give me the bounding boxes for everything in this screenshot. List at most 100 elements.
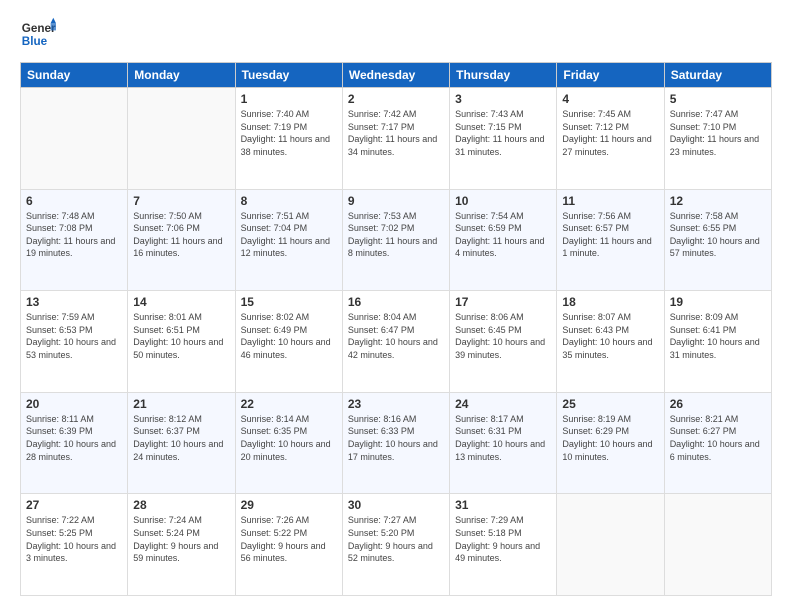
day-cell: 12 Sunrise: 7:58 AMSunset: 6:55 PMDayligh…: [664, 189, 771, 291]
day-info: Sunrise: 8:06 AMSunset: 6:45 PMDaylight:…: [455, 311, 551, 361]
day-number: 4: [562, 92, 658, 106]
day-number: 21: [133, 397, 229, 411]
day-info: Sunrise: 7:56 AMSunset: 6:57 PMDaylight:…: [562, 210, 658, 260]
day-number: 22: [241, 397, 337, 411]
day-info: Sunrise: 8:19 AMSunset: 6:29 PMDaylight:…: [562, 413, 658, 463]
day-number: 13: [26, 295, 122, 309]
day-number: 30: [348, 498, 444, 512]
day-number: 2: [348, 92, 444, 106]
day-number: 29: [241, 498, 337, 512]
day-info: Sunrise: 7:27 AMSunset: 5:20 PMDaylight:…: [348, 514, 444, 564]
day-cell: 20 Sunrise: 8:11 AMSunset: 6:39 PMDayligh…: [21, 392, 128, 494]
day-cell: [664, 494, 771, 596]
week-row-1: 1 Sunrise: 7:40 AMSunset: 7:19 PMDaylight…: [21, 88, 772, 190]
calendar-table: SundayMondayTuesdayWednesdayThursdayFrid…: [20, 62, 772, 596]
day-info: Sunrise: 7:54 AMSunset: 6:59 PMDaylight:…: [455, 210, 551, 260]
day-info: Sunrise: 7:58 AMSunset: 6:55 PMDaylight:…: [670, 210, 766, 260]
calendar-page: General Blue SundayMondayTuesdayWednesda…: [0, 0, 792, 612]
day-info: Sunrise: 8:02 AMSunset: 6:49 PMDaylight:…: [241, 311, 337, 361]
day-info: Sunrise: 8:21 AMSunset: 6:27 PMDaylight:…: [670, 413, 766, 463]
day-info: Sunrise: 7:42 AMSunset: 7:17 PMDaylight:…: [348, 108, 444, 158]
day-number: 26: [670, 397, 766, 411]
day-number: 8: [241, 194, 337, 208]
day-info: Sunrise: 8:16 AMSunset: 6:33 PMDaylight:…: [348, 413, 444, 463]
svg-text:Blue: Blue: [22, 35, 48, 48]
day-header-wednesday: Wednesday: [342, 63, 449, 88]
day-cell: 25 Sunrise: 8:19 AMSunset: 6:29 PMDayligh…: [557, 392, 664, 494]
day-cell: 2 Sunrise: 7:42 AMSunset: 7:17 PMDaylight…: [342, 88, 449, 190]
day-cell: 16 Sunrise: 8:04 AMSunset: 6:47 PMDayligh…: [342, 291, 449, 393]
day-info: Sunrise: 7:40 AMSunset: 7:19 PMDaylight:…: [241, 108, 337, 158]
day-number: 10: [455, 194, 551, 208]
day-number: 27: [26, 498, 122, 512]
day-info: Sunrise: 8:01 AMSunset: 6:51 PMDaylight:…: [133, 311, 229, 361]
day-header-thursday: Thursday: [450, 63, 557, 88]
day-cell: 11Sunrise: 7:56 AMSunset: 6:57 PMDayligh…: [557, 189, 664, 291]
day-cell: 13Sunrise: 7:59 AMSunset: 6:53 PMDayligh…: [21, 291, 128, 393]
day-cell: 17Sunrise: 8:06 AMSunset: 6:45 PMDayligh…: [450, 291, 557, 393]
day-cell: 29 Sunrise: 7:26 AMSunset: 5:22 PMDayligh…: [235, 494, 342, 596]
day-cell: 14 Sunrise: 8:01 AMSunset: 6:51 PMDayligh…: [128, 291, 235, 393]
day-cell: 18Sunrise: 8:07 AMSunset: 6:43 PMDayligh…: [557, 291, 664, 393]
day-number: 16: [348, 295, 444, 309]
day-info: Sunrise: 8:17 AMSunset: 6:31 PMDaylight:…: [455, 413, 551, 463]
day-number: 5: [670, 92, 766, 106]
day-cell: 7 Sunrise: 7:50 AMSunset: 7:06 PMDaylight…: [128, 189, 235, 291]
header: General Blue: [20, 16, 772, 52]
day-cell: 22 Sunrise: 8:14 AMSunset: 6:35 PMDayligh…: [235, 392, 342, 494]
logo-icon: General Blue: [20, 16, 56, 52]
logo: General Blue: [20, 16, 56, 52]
day-info: Sunrise: 8:04 AMSunset: 6:47 PMDaylight:…: [348, 311, 444, 361]
day-header-sunday: Sunday: [21, 63, 128, 88]
day-info: Sunrise: 7:22 AMSunset: 5:25 PMDaylight:…: [26, 514, 122, 564]
day-number: 28: [133, 498, 229, 512]
day-cell: 10 Sunrise: 7:54 AMSunset: 6:59 PMDayligh…: [450, 189, 557, 291]
day-info: Sunrise: 7:53 AMSunset: 7:02 PMDaylight:…: [348, 210, 444, 260]
day-info: Sunrise: 7:51 AMSunset: 7:04 PMDaylight:…: [241, 210, 337, 260]
day-number: 18: [562, 295, 658, 309]
day-info: Sunrise: 7:50 AMSunset: 7:06 PMDaylight:…: [133, 210, 229, 260]
day-number: 1: [241, 92, 337, 106]
day-info: Sunrise: 8:11 AMSunset: 6:39 PMDaylight:…: [26, 413, 122, 463]
day-header-tuesday: Tuesday: [235, 63, 342, 88]
day-header-monday: Monday: [128, 63, 235, 88]
day-number: 9: [348, 194, 444, 208]
day-cell: 31Sunrise: 7:29 AMSunset: 5:18 PMDayligh…: [450, 494, 557, 596]
day-number: 31: [455, 498, 551, 512]
day-info: Sunrise: 7:24 AMSunset: 5:24 PMDaylight:…: [133, 514, 229, 564]
day-cell: 15 Sunrise: 8:02 AMSunset: 6:49 PMDayligh…: [235, 291, 342, 393]
day-cell: 5Sunrise: 7:47 AMSunset: 7:10 PMDaylight…: [664, 88, 771, 190]
day-cell: 1 Sunrise: 7:40 AMSunset: 7:19 PMDaylight…: [235, 88, 342, 190]
day-info: Sunrise: 7:26 AMSunset: 5:22 PMDaylight:…: [241, 514, 337, 564]
day-info: Sunrise: 8:14 AMSunset: 6:35 PMDaylight:…: [241, 413, 337, 463]
day-cell: [21, 88, 128, 190]
day-info: Sunrise: 8:09 AMSunset: 6:41 PMDaylight:…: [670, 311, 766, 361]
day-cell: 3Sunrise: 7:43 AMSunset: 7:15 PMDaylight…: [450, 88, 557, 190]
day-header-saturday: Saturday: [664, 63, 771, 88]
day-number: 20: [26, 397, 122, 411]
day-number: 14: [133, 295, 229, 309]
day-cell: 28 Sunrise: 7:24 AMSunset: 5:24 PMDayligh…: [128, 494, 235, 596]
day-info: Sunrise: 7:43 AMSunset: 7:15 PMDaylight:…: [455, 108, 551, 158]
day-number: 6: [26, 194, 122, 208]
day-info: Sunrise: 7:48 AMSunset: 7:08 PMDaylight:…: [26, 210, 122, 260]
day-number: 15: [241, 295, 337, 309]
week-row-2: 6 Sunrise: 7:48 AMSunset: 7:08 PMDaylight…: [21, 189, 772, 291]
day-info: Sunrise: 8:12 AMSunset: 6:37 PMDaylight:…: [133, 413, 229, 463]
week-row-5: 27 Sunrise: 7:22 AMSunset: 5:25 PMDayligh…: [21, 494, 772, 596]
day-info: Sunrise: 7:45 AMSunset: 7:12 PMDaylight:…: [562, 108, 658, 158]
day-cell: 4 Sunrise: 7:45 AMSunset: 7:12 PMDaylight…: [557, 88, 664, 190]
day-cell: 8 Sunrise: 7:51 AMSunset: 7:04 PMDaylight…: [235, 189, 342, 291]
day-cell: 27 Sunrise: 7:22 AMSunset: 5:25 PMDayligh…: [21, 494, 128, 596]
day-cell: 23Sunrise: 8:16 AMSunset: 6:33 PMDayligh…: [342, 392, 449, 494]
day-number: 25: [562, 397, 658, 411]
day-cell: 26 Sunrise: 8:21 AMSunset: 6:27 PMDayligh…: [664, 392, 771, 494]
day-number: 24: [455, 397, 551, 411]
day-cell: 9 Sunrise: 7:53 AMSunset: 7:02 PMDaylight…: [342, 189, 449, 291]
day-cell: 21 Sunrise: 8:12 AMSunset: 6:37 PMDayligh…: [128, 392, 235, 494]
day-header-friday: Friday: [557, 63, 664, 88]
day-number: 7: [133, 194, 229, 208]
day-number: 12: [670, 194, 766, 208]
day-number: 19: [670, 295, 766, 309]
day-cell: 19 Sunrise: 8:09 AMSunset: 6:41 PMDayligh…: [664, 291, 771, 393]
